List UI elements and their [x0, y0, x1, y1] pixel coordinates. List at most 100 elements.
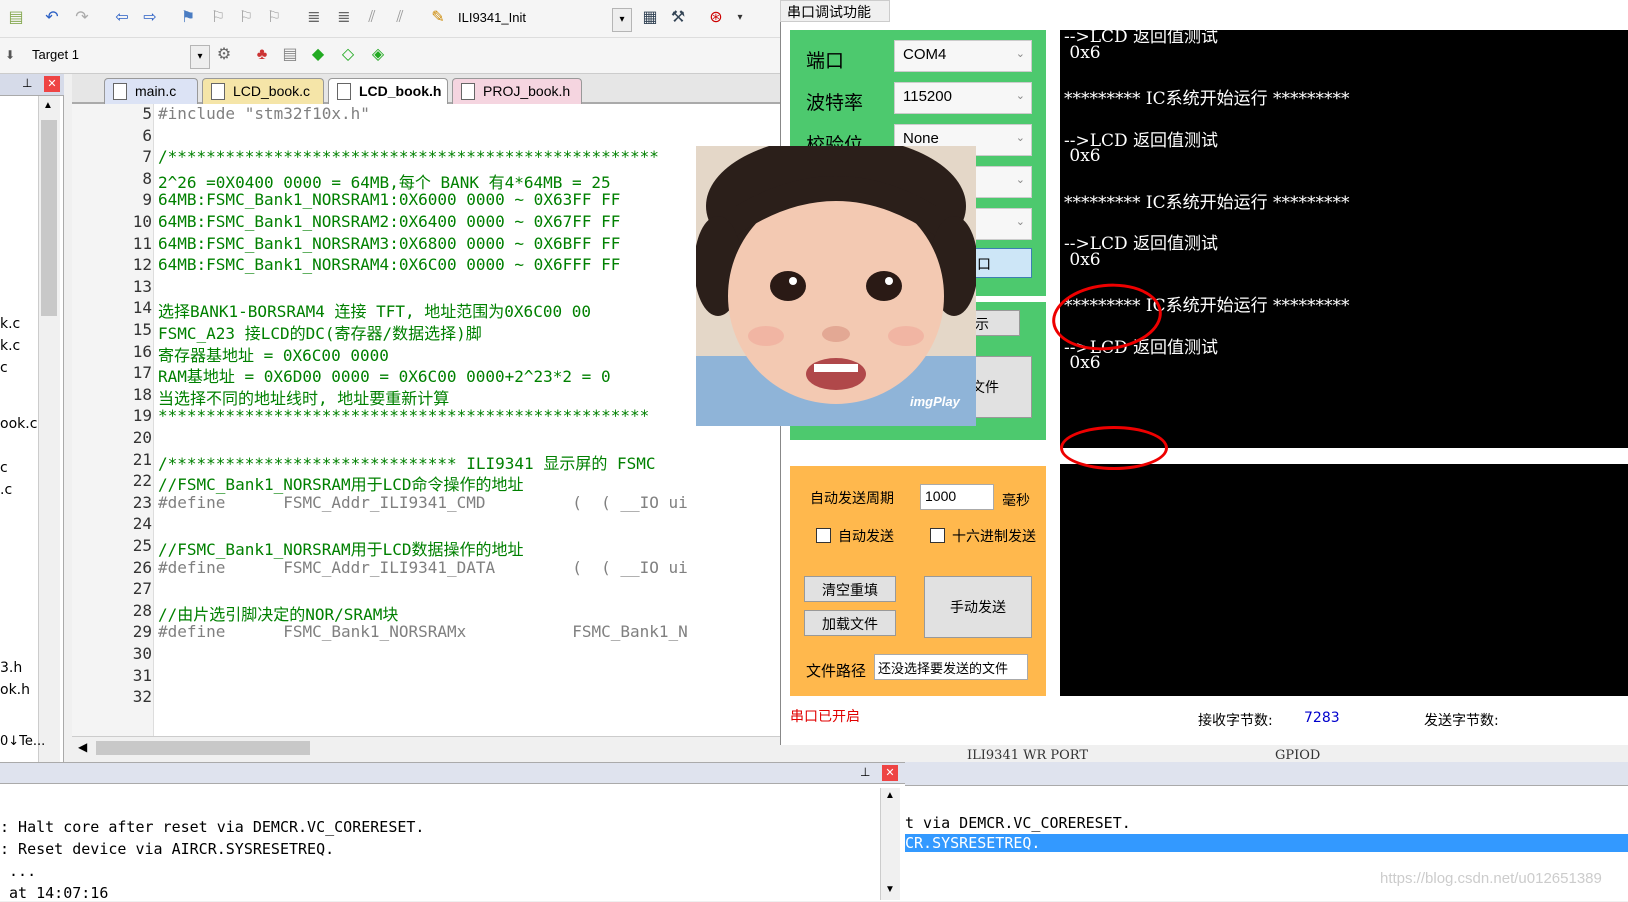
- scroll-up-icon[interactable]: ▲: [885, 790, 895, 801]
- bookmark-icon[interactable]: ⚑: [178, 8, 198, 28]
- find-in-files-icon[interactable]: ✎: [428, 8, 448, 28]
- send-textbox[interactable]: [1060, 464, 1628, 696]
- manual-send-button[interactable]: 手动发送: [924, 576, 1032, 638]
- tools-icon[interactable]: ⚒: [668, 8, 688, 28]
- line-number: 25: [132, 536, 152, 555]
- behind-text: GPIOD: [1275, 748, 1321, 762]
- baud-select[interactable]: 115200 ⌄: [894, 82, 1032, 114]
- pin-icon[interactable]: ⊥: [22, 76, 32, 90]
- target-combo-arrow[interactable]: ▾: [190, 45, 210, 69]
- project-file-item[interactable]: k.c: [0, 316, 20, 332]
- paste-icon[interactable]: ▤: [6, 8, 26, 28]
- line-number: 27: [132, 579, 152, 599]
- bookmark-next-icon[interactable]: ⚐: [236, 8, 256, 28]
- editor-tabbar: main.c LCD_book.c LCD_book.h PROJ_book.h: [72, 74, 790, 104]
- output-line: t via DEMCR.VC_CORERESET.: [905, 814, 1131, 832]
- redo-icon[interactable]: ↷: [72, 8, 92, 28]
- code-line: //FSMC_Bank1_NORSRAM用于LCD数据操作的地址: [158, 540, 524, 559]
- debug-icon[interactable]: ⊛: [706, 8, 726, 28]
- bookmark-clear-icon[interactable]: ⚐: [264, 8, 284, 28]
- undo-icon[interactable]: ↶: [42, 8, 62, 28]
- function-combo-arrow[interactable]: ▾: [612, 8, 632, 32]
- line-number: 24: [132, 514, 152, 534]
- pack-installer-icon[interactable]: ◇: [338, 45, 358, 65]
- tab-main-c[interactable]: main.c: [104, 78, 198, 104]
- nav-forward-icon[interactable]: ⇨: [140, 8, 160, 28]
- output-scrollbar[interactable]: ▲ ▼: [880, 788, 900, 900]
- file-path-input[interactable]: 还没选择要发送的文件: [874, 654, 1028, 680]
- project-file-item[interactable]: c: [0, 460, 8, 476]
- file-icon: [337, 83, 351, 100]
- output-line-selected: CR.SYSRESETREQ.: [905, 834, 1628, 852]
- output-line: : Halt core after reset via DEMCR.VC_COR…: [0, 818, 425, 836]
- nav-back-icon[interactable]: ⇦: [112, 8, 132, 28]
- line-number: 12: [132, 255, 152, 275]
- recv-bytes-label: 接收字节数:: [1198, 713, 1273, 729]
- project-tab-label[interactable]: 0↓Te...: [0, 734, 45, 749]
- behind-text: ILI9341 WR PORT: [967, 748, 1089, 762]
- main-toolbar: ▤ ↶ ↷ ⇦ ⇨ ⚑ ⚐ ⚐ ⚐ ≣ ≣ ⫽ ⫽ ✎ ILI9341_Init…: [0, 0, 790, 38]
- project-panel-header: ⊥ ✕: [0, 74, 64, 96]
- port-value: COM4: [903, 46, 947, 63]
- bookmark-prev-icon[interactable]: ⚐: [208, 8, 228, 28]
- manage-rte-icon[interactable]: ◈: [368, 45, 388, 65]
- clear-button[interactable]: 清空重填: [804, 576, 896, 602]
- code-line: FSMC_A23 接LCD的DC(寄存器/数据选择)脚: [158, 324, 482, 343]
- load-icon[interactable]: ⬇: [0, 45, 20, 65]
- comment-icon[interactable]: ⫽: [362, 8, 382, 28]
- manage-project-icon[interactable]: ♣: [252, 45, 272, 65]
- line-number: 10: [132, 212, 152, 231]
- tab-proj-book-h[interactable]: PROJ_book.h: [452, 78, 582, 104]
- tab-lcd-book-h[interactable]: LCD_book.h: [328, 78, 448, 104]
- hscroll-thumb[interactable]: [96, 741, 310, 755]
- project-file-item[interactable]: k.c: [0, 338, 20, 354]
- function-combo[interactable]: ILI9341_Init: [452, 7, 632, 31]
- auto-period-input[interactable]: 1000: [920, 484, 994, 510]
- file-icon: [113, 83, 127, 100]
- close-icon[interactable]: ✕: [882, 765, 898, 781]
- project-scrollbar[interactable]: ▲: [38, 96, 60, 762]
- line-number: 23: [132, 492, 152, 512]
- code-line: #include "stm32f10x.h": [158, 104, 370, 123]
- project-file-item[interactable]: .c: [0, 482, 12, 498]
- scroll-thumb[interactable]: [41, 120, 57, 316]
- scroll-down-icon[interactable]: ▼: [885, 884, 895, 895]
- tab-label: LCD_book.h: [359, 83, 442, 99]
- serial-tool-tab[interactable]: 串口调试功能: [780, 0, 890, 22]
- code-line: //由片选引脚决定的NOR/SRAM块: [158, 604, 399, 624]
- file-path-label: 文件路径: [806, 662, 867, 680]
- close-icon[interactable]: ✕: [44, 76, 60, 92]
- load-file-button[interactable]: 加载文件: [804, 610, 896, 636]
- dropdown-arrow-icon[interactable]: ▾: [730, 8, 750, 28]
- scroll-left-icon[interactable]: ◀: [78, 740, 87, 754]
- scroll-up-icon[interactable]: ▲: [43, 100, 53, 111]
- tab-label: main.c: [135, 83, 177, 99]
- uncomment-icon[interactable]: ⫽: [390, 8, 410, 28]
- line-number: 17: [132, 363, 152, 383]
- chevron-down-icon: ⌄: [1015, 174, 1025, 186]
- config-icon[interactable]: ▦: [640, 8, 660, 28]
- tab-lcd-book-c[interactable]: LCD_book.c: [202, 78, 324, 104]
- code-line: 当选择不同的地址线时, 地址要重新计算: [158, 388, 450, 408]
- target-combo-value: Target 1: [32, 47, 79, 62]
- editor-hscrollbar[interactable]: ◀: [72, 736, 790, 760]
- unindent-icon[interactable]: ≣: [334, 8, 354, 28]
- line-number: 20: [132, 428, 152, 447]
- port-select[interactable]: COM4 ⌄: [894, 40, 1032, 72]
- indent-icon[interactable]: ≣: [304, 8, 324, 28]
- target-options-icon[interactable]: ⚙: [214, 45, 234, 65]
- project-file-item[interactable]: c: [0, 360, 8, 376]
- hex-send-checkbox[interactable]: [930, 528, 945, 543]
- project-file-item[interactable]: ook.c: [0, 416, 37, 432]
- project-file-item[interactable]: ok.h: [0, 682, 30, 698]
- pin-icon[interactable]: ⊥: [860, 765, 870, 779]
- highlight-circle: [1060, 426, 1168, 470]
- auto-send-checkbox[interactable]: [816, 528, 831, 543]
- file-extensions-icon[interactable]: ▤: [280, 45, 300, 65]
- code-line: 选择BANK1-BORSRAM4 连接 TFT, 地址范围为0X6C00 00: [158, 302, 591, 322]
- components-icon[interactable]: ◆: [308, 45, 328, 65]
- line-number: 32: [132, 687, 152, 707]
- target-combo[interactable]: Target 1: [26, 44, 208, 68]
- auto-send-label: 自动发送: [838, 529, 894, 545]
- project-file-item[interactable]: 3.h: [0, 660, 22, 676]
